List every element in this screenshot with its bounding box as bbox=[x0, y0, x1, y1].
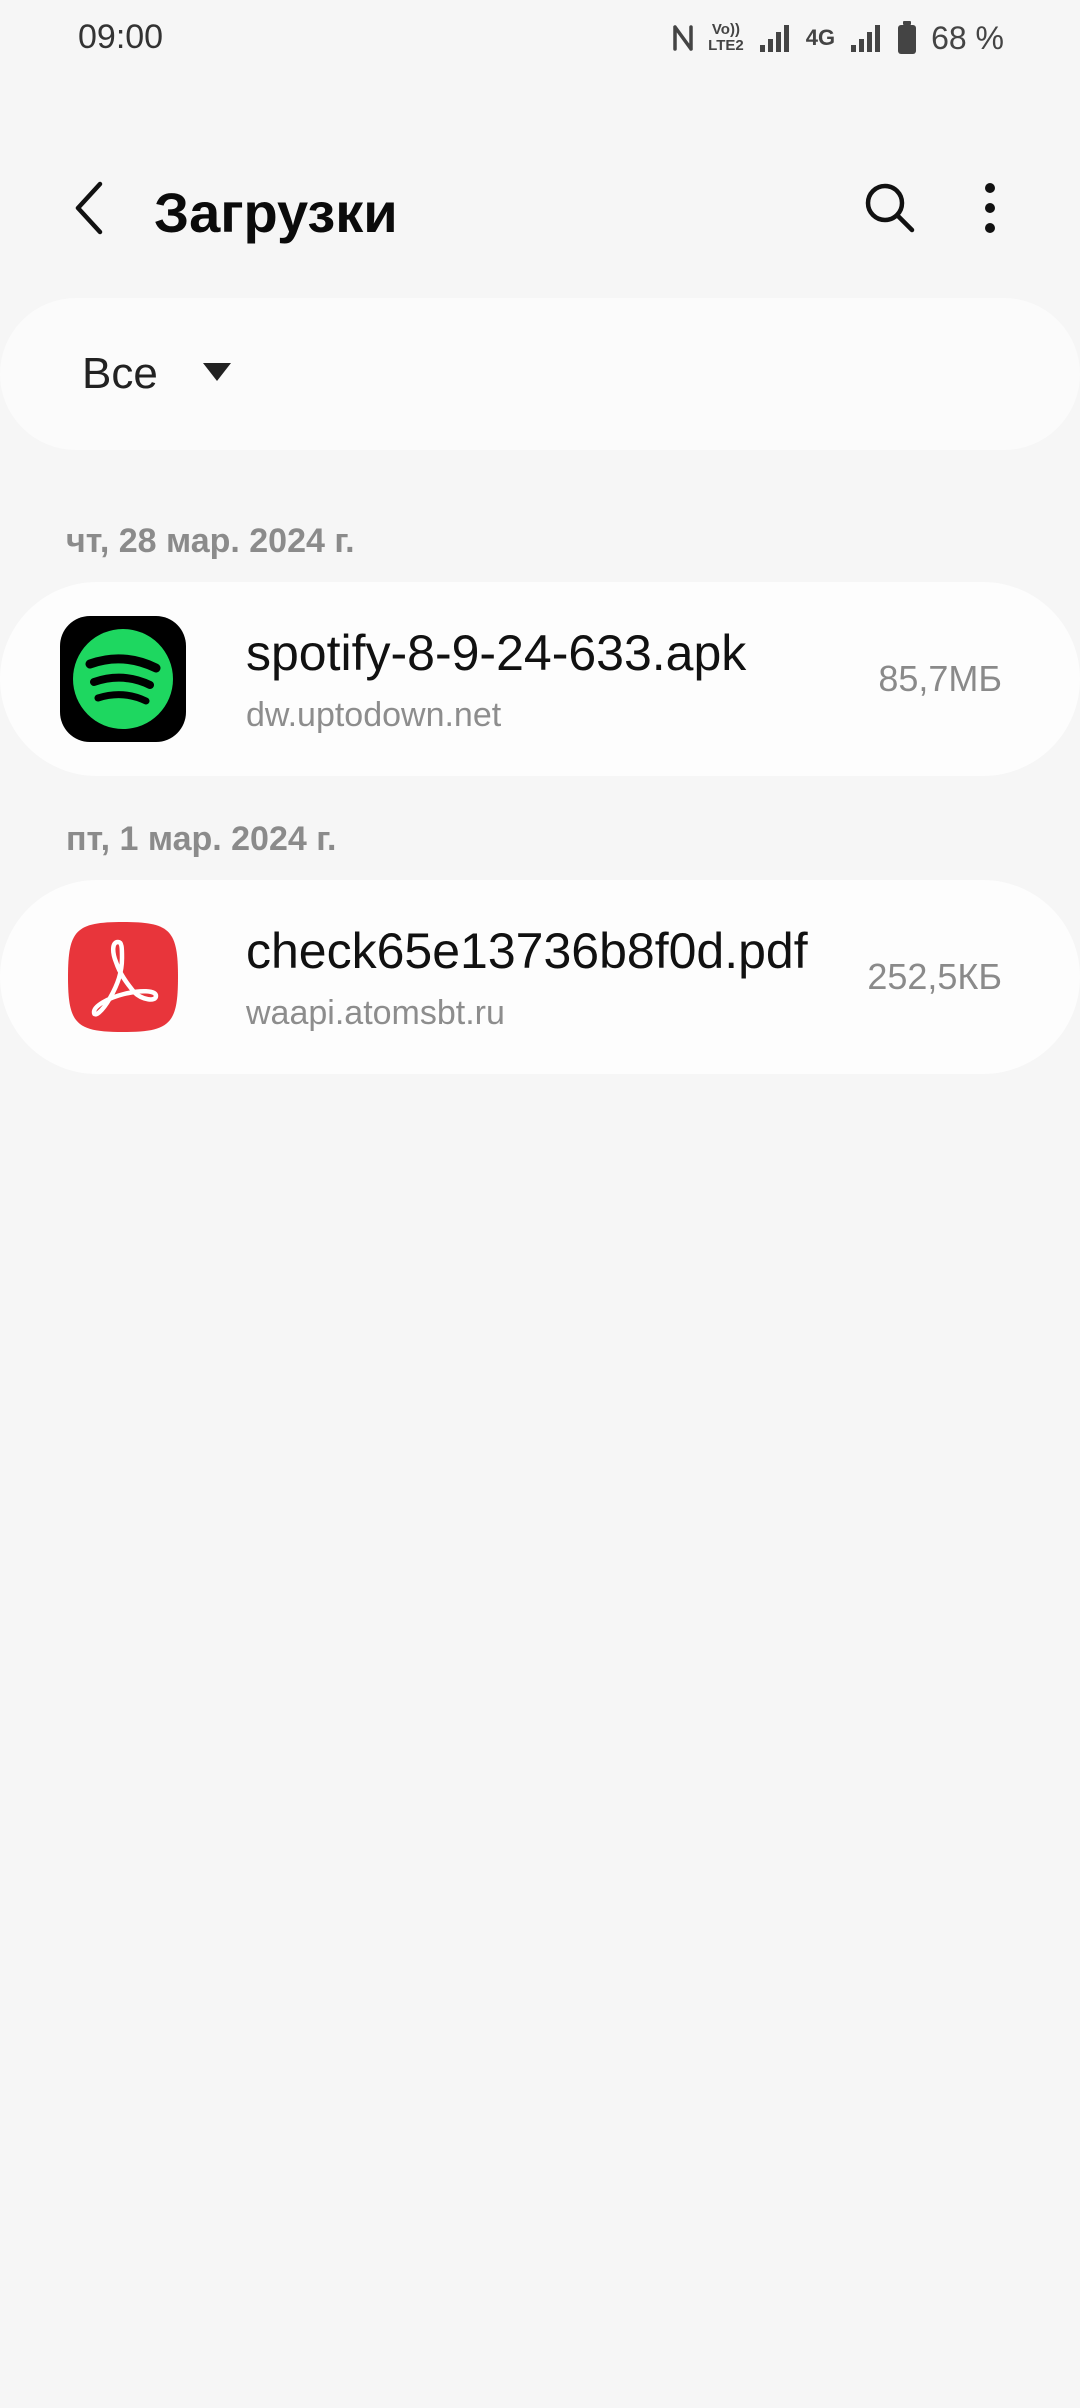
nfc-icon bbox=[672, 23, 694, 53]
file-source: dw.uptodown.net bbox=[246, 696, 502, 734]
file-source: waapi.atomsbt.ru bbox=[246, 994, 505, 1032]
volte-text: Vo)) bbox=[711, 21, 740, 38]
download-item-spotify[interactable]: spotify-8-9-24-633.apk dw.uptodown.net 8… bbox=[0, 582, 1080, 776]
file-name: check65e13736b8f0d.pdf bbox=[246, 923, 808, 979]
app-header: Загрузки bbox=[0, 150, 1080, 270]
page-title: Загрузки bbox=[154, 181, 398, 244]
volte-indicator: Vo)) LTE2 bbox=[708, 22, 744, 54]
download-item-pdf[interactable]: check65e13736b8f0d.pdf waapi.atomsbt.ru … bbox=[0, 880, 1080, 1074]
status-bar: 09:00 Vo)) LTE2 4G 68 % bbox=[0, 0, 1080, 80]
network-type: 4G bbox=[805, 25, 836, 50]
more-vert-icon bbox=[982, 182, 998, 239]
back-button[interactable] bbox=[50, 170, 130, 250]
filter-selected-value: Все bbox=[82, 349, 158, 398]
lte-text: LTE2 bbox=[708, 37, 744, 54]
more-options-button[interactable] bbox=[950, 170, 1030, 250]
status-icons: Vo)) LTE2 4G 68 % bbox=[672, 16, 1004, 60]
chevron-left-icon bbox=[70, 178, 110, 243]
status-time: 09:00 bbox=[78, 18, 164, 56]
filter-dropdown[interactable]: Все bbox=[82, 338, 232, 410]
battery-percent: 68 % bbox=[931, 19, 1004, 56]
spotify-icon bbox=[60, 616, 186, 742]
search-icon bbox=[862, 180, 918, 241]
signal-icon-2 bbox=[849, 23, 883, 53]
signal-icon bbox=[758, 23, 792, 53]
battery-icon bbox=[897, 21, 917, 55]
pdf-icon bbox=[60, 914, 186, 1040]
filter-card: Все bbox=[0, 298, 1080, 450]
date-header: чт, 28 мар. 2024 г. bbox=[66, 522, 355, 560]
file-size: 252,5КБ bbox=[867, 956, 1002, 997]
file-name: spotify-8-9-24-633.apk bbox=[246, 625, 747, 681]
dropdown-triangle-icon bbox=[202, 361, 232, 388]
search-button[interactable] bbox=[850, 170, 930, 250]
file-size: 85,7МБ bbox=[878, 658, 1002, 699]
date-header: пт, 1 мар. 2024 г. bbox=[66, 820, 337, 858]
